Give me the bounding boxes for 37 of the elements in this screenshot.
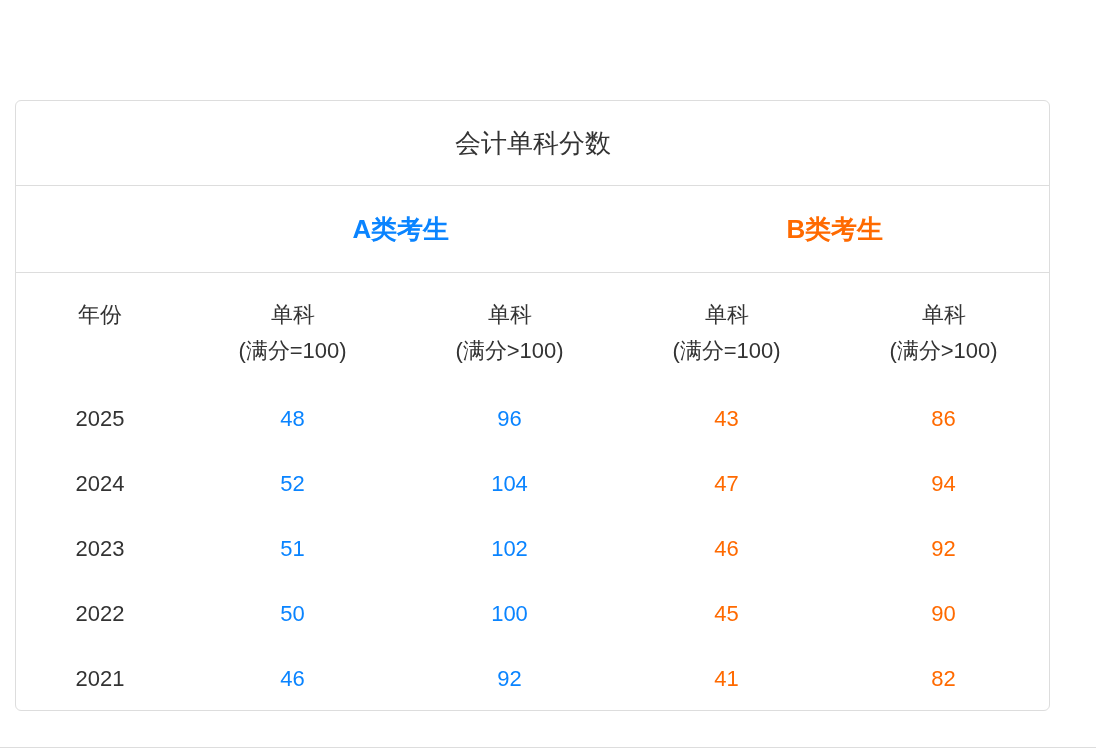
score-cell-text: 41 [714,665,739,693]
score-cell-text: 100 [491,600,528,628]
score-cell-text: 47 [714,470,739,498]
score-cell-text: 52 [280,470,305,498]
year-cell-text: 2024 [75,470,125,498]
score-cell-text: 86 [931,405,956,433]
year-cell-text: 2022 [75,600,125,628]
score-cell-text: 45 [714,600,739,628]
score-cell-text: 48 [280,405,305,433]
column-heading: 年份 [78,302,122,327]
column-heading: 单科 [921,302,966,327]
year-cell-text: 2025 [75,405,125,433]
column-subheading: (满分>100) [455,338,564,363]
score-cell-text: 46 [714,535,739,563]
score-cell-text: 46 [280,665,305,693]
score-cell-text: 92 [931,535,956,563]
score-cell-text: 51 [280,535,305,563]
score-cell-text: 102 [491,535,528,563]
table-title: 会计单科分数 [454,126,611,160]
column-subheading: (满分>100) [889,338,998,363]
column-subheading: (满分=100) [238,338,347,363]
column-heading: 单科 [704,302,749,327]
score-cell-text: 82 [931,665,956,693]
score-cell-text: 50 [280,600,305,628]
column-heading: 单科 [487,302,532,327]
score-cell-text: 104 [491,470,528,498]
score-cell-text: 96 [497,405,522,433]
score-cell-text: 92 [497,665,522,693]
score-cell-text: 43 [714,405,739,433]
year-cell-text: 2023 [75,535,125,563]
group-heading: B类考生 [786,213,884,244]
column-subheading: (满分=100) [672,338,781,363]
column-heading: 单科 [270,302,315,327]
score-cell-text: 90 [931,600,956,628]
year-cell-text: 2021 [75,665,125,693]
score-cell-text: 94 [931,470,956,498]
group-heading: A类考生 [352,213,450,244]
